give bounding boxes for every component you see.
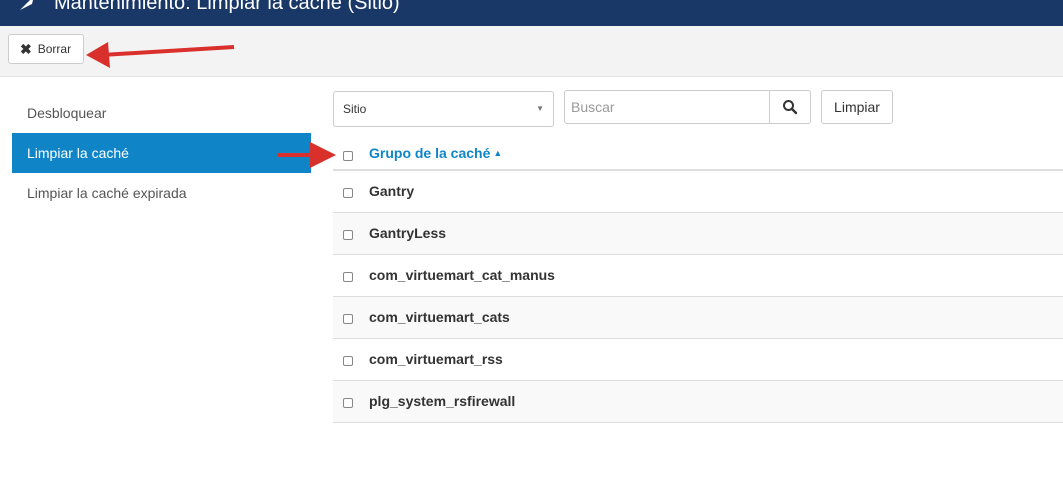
search-button[interactable] [769,90,811,124]
row-checkbox[interactable] [343,314,353,324]
column-header-label: Grupo de la caché [369,145,491,161]
table-row: com_virtuemart_rss [333,339,1063,381]
clear-filter-label: Limpiar [834,99,880,115]
row-checkbox[interactable] [343,230,353,240]
wrench-icon [20,0,33,10]
row-checkbox[interactable] [343,188,353,198]
annotation-arrow-delete [86,42,235,68]
cache-group-name: com_virtuemart_cats [369,309,510,325]
table-row: plg_system_rsfirewall [333,381,1063,423]
table-row: GantryLess [333,213,1063,255]
select-all-checkbox[interactable] [343,151,353,161]
cache-group-name: GantryLess [369,225,447,241]
cache-group-name: Gantry [369,183,415,199]
delete-button-label: Borrar [37,42,72,56]
cache-group-table: Grupo de la caché ▲ Gantry GantryLess com… [333,134,1063,423]
sidebar-item-label: Limpiar la caché expirada [27,185,187,201]
sidebar-item-label: Limpiar la caché [27,145,129,161]
clear-filter-button[interactable]: Limpiar [821,90,893,124]
cache-group-name: plg_system_rsfirewall [369,393,516,409]
client-select-value: Sitio [343,102,367,116]
row-checkbox[interactable] [343,398,353,408]
table-row: com_virtuemart_cat_manus [333,255,1063,297]
sidebar-item-limpiar-cache-expirada[interactable]: Limpiar la caché expirada [12,173,311,213]
table-row: com_virtuemart_cats [333,297,1063,339]
table-header-row: Grupo de la caché ▲ [333,134,1063,171]
sidebar-item-label: Desbloquear [27,105,107,121]
page-header: Mantenimiento: Limpiar la caché (Sitio) [0,0,1063,26]
annotation-arrow-checkbox [278,142,336,168]
search-icon [783,100,798,115]
sort-ascending-icon: ▲ [493,148,503,158]
caret-down-icon: ▼ [536,104,544,113]
sidebar-item-desbloquear[interactable]: Desbloquear [12,93,311,133]
delete-button[interactable]: ✖ Borrar [8,34,84,64]
search-input[interactable] [564,90,770,124]
sidebar-item-limpiar-cache[interactable]: Limpiar la caché [12,133,311,173]
sort-column-header[interactable]: Grupo de la caché ▲ [369,145,502,161]
cache-group-name: com_virtuemart_cat_manus [369,267,555,283]
cache-group-name: com_virtuemart_rss [369,351,503,367]
table-row: Gantry [333,171,1063,213]
page-title: Mantenimiento: Limpiar la caché (Sitio) [54,0,400,14]
client-select[interactable]: Sitio ▼ [333,91,554,127]
close-icon: ✖ [20,41,32,57]
row-checkbox[interactable] [343,356,353,366]
row-checkbox[interactable] [343,272,353,282]
sidebar: Desbloquear Limpiar la caché Limpiar la … [12,93,311,213]
